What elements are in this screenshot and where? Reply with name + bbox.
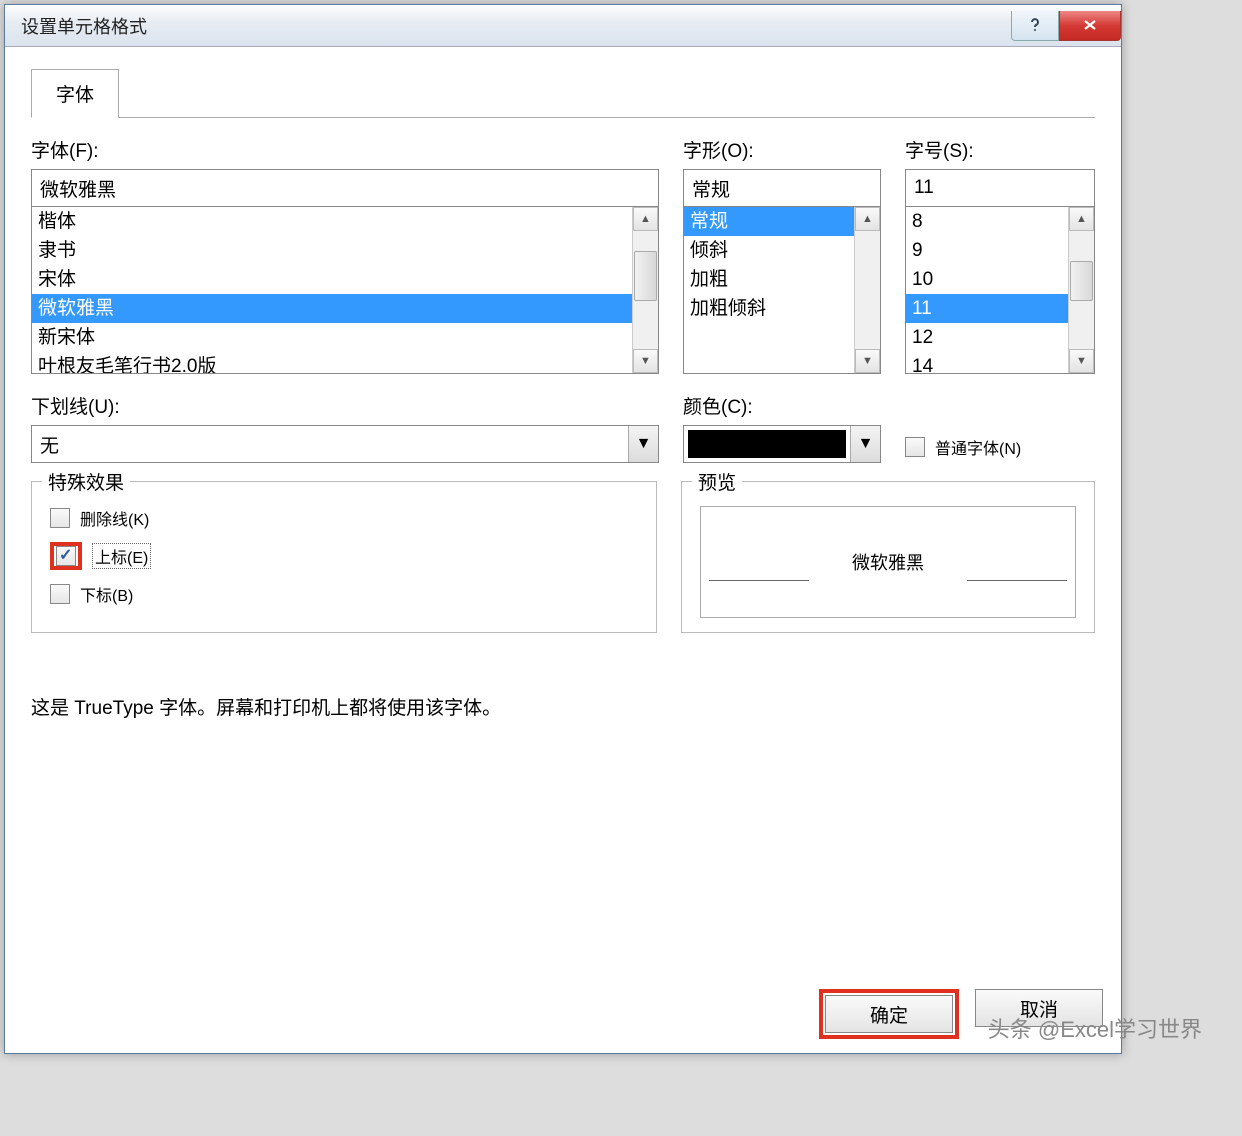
font-label: 字体(F):: [31, 136, 659, 163]
strikethrough-checkbox[interactable]: 删除线(K): [50, 500, 638, 536]
underline-label: 下划线(U):: [31, 392, 659, 419]
titlebar: 设置单元格格式: [5, 5, 1121, 47]
color-dropdown[interactable]: ▼: [683, 425, 881, 463]
subscript-checkbox[interactable]: 下标(B): [50, 576, 638, 612]
scroll-down-icon[interactable]: ▼: [633, 349, 658, 373]
scroll-down-icon[interactable]: ▼: [855, 349, 880, 373]
scrollbar[interactable]: ▲ ▼: [632, 207, 658, 373]
list-item[interactable]: 新宋体: [32, 323, 632, 352]
window-controls: [1011, 11, 1121, 41]
underline-color-row: 下划线(U): 无 ▼ 颜色(C): ▼ 普通字体(N): [31, 392, 1095, 463]
effects-fieldset: 特殊效果 删除线(K) 上标(E) 下标(B): [31, 481, 657, 633]
scrollbar[interactable]: ▲ ▼: [1068, 207, 1094, 373]
list-item[interactable]: 加粗倾斜: [684, 294, 854, 323]
list-item[interactable]: 叶根友毛笔行书2.0版: [32, 352, 632, 374]
size-listbox[interactable]: 8 9 10 11 12 14 ▲ ▼: [905, 206, 1095, 374]
list-item[interactable]: 宋体: [32, 265, 632, 294]
underline-column: 下划线(U): 无 ▼: [31, 392, 659, 463]
close-button[interactable]: [1059, 11, 1121, 41]
list-item[interactable]: 微软雅黑: [32, 294, 632, 323]
list-item[interactable]: 隶书: [32, 236, 632, 265]
list-item[interactable]: 10: [906, 265, 1068, 294]
color-swatch: [688, 430, 846, 458]
effects-legend: 特殊效果: [42, 468, 130, 495]
preview-box: 微软雅黑: [700, 506, 1076, 618]
effects-preview-row: 特殊效果 删除线(K) 上标(E) 下标(B) 预览: [31, 481, 1095, 633]
help-icon: [1027, 17, 1043, 33]
list-item[interactable]: 常规: [684, 207, 854, 236]
dialog-title: 设置单元格格式: [5, 13, 147, 39]
list-item[interactable]: 12: [906, 323, 1068, 352]
format-cells-dialog: 设置单元格格式 字体 字体(F): 楷体 隶书 宋体: [4, 4, 1122, 1054]
underline-dropdown[interactable]: 无 ▼: [31, 425, 659, 463]
normal-font-label: 普通字体(N): [935, 435, 1021, 459]
normal-font-checkbox[interactable]: 普通字体(N): [905, 435, 1021, 459]
close-icon: [1081, 19, 1099, 31]
scrollbar[interactable]: ▲ ▼: [854, 207, 880, 373]
chevron-down-icon[interactable]: ▼: [628, 426, 658, 462]
highlight-annotation: 确定: [819, 989, 959, 1039]
list-item[interactable]: 加粗: [684, 265, 854, 294]
chevron-down-icon[interactable]: ▼: [850, 426, 880, 462]
color-label: 颜色(C):: [683, 392, 881, 419]
list-item[interactable]: 倾斜: [684, 236, 854, 265]
size-column: 字号(S): 8 9 10 11 12 14 ▲ ▼: [905, 136, 1095, 374]
scroll-down-icon[interactable]: ▼: [1069, 349, 1094, 373]
scroll-up-icon[interactable]: ▲: [1069, 207, 1094, 231]
size-input[interactable]: [905, 169, 1095, 207]
preview-legend: 预览: [692, 468, 742, 495]
scroll-up-icon[interactable]: ▲: [855, 207, 880, 231]
font-input[interactable]: [31, 169, 659, 207]
style-input[interactable]: [683, 169, 881, 207]
watermark-text: 头条 @Excel学习世界: [988, 1012, 1202, 1044]
list-item[interactable]: 楷体: [32, 207, 632, 236]
normal-font-column: 普通字体(N): [905, 392, 1095, 463]
checkbox-icon: [905, 437, 925, 457]
checkbox-icon: [50, 508, 70, 528]
superscript-label[interactable]: 上标(E): [92, 543, 151, 569]
preview-sample: 微软雅黑: [852, 549, 924, 575]
superscript-checkbox[interactable]: [56, 546, 76, 566]
preview-fieldset: 预览 微软雅黑: [681, 481, 1095, 633]
font-listbox[interactable]: 楷体 隶书 宋体 微软雅黑 新宋体 叶根友毛笔行书2.0版 ▲ ▼: [31, 206, 659, 374]
style-listbox[interactable]: 常规 倾斜 加粗 加粗倾斜 ▲ ▼: [683, 206, 881, 374]
scroll-thumb[interactable]: [1070, 261, 1093, 301]
preview-baseline: [967, 580, 1067, 581]
list-item[interactable]: 14: [906, 352, 1068, 374]
underline-value: 无: [32, 426, 628, 462]
font-style-size-row: 字体(F): 楷体 隶书 宋体 微软雅黑 新宋体 叶根友毛笔行书2.0版 ▲ ▼: [31, 136, 1095, 374]
style-column: 字形(O): 常规 倾斜 加粗 加粗倾斜 ▲ ▼: [683, 136, 881, 374]
ok-button[interactable]: 确定: [825, 995, 953, 1033]
list-item[interactable]: 11: [906, 294, 1068, 323]
strikethrough-label: 删除线(K): [80, 506, 149, 530]
tab-strip: 字体: [31, 69, 1095, 118]
list-item[interactable]: 9: [906, 236, 1068, 265]
dialog-content: 字体 字体(F): 楷体 隶书 宋体 微软雅黑 新宋体 叶根友毛笔行书2.0版: [5, 47, 1121, 730]
list-item[interactable]: 8: [906, 207, 1068, 236]
truetype-note: 这是 TrueType 字体。屏幕和打印机上都将使用该字体。: [31, 693, 1095, 720]
color-column: 颜色(C): ▼: [683, 392, 881, 463]
scroll-up-icon[interactable]: ▲: [633, 207, 658, 231]
help-button[interactable]: [1011, 11, 1059, 41]
font-column: 字体(F): 楷体 隶书 宋体 微软雅黑 新宋体 叶根友毛笔行书2.0版 ▲ ▼: [31, 136, 659, 374]
size-label: 字号(S):: [905, 136, 1095, 163]
tab-font[interactable]: 字体: [31, 69, 119, 118]
preview-baseline: [709, 580, 809, 581]
style-label: 字形(O):: [683, 136, 881, 163]
highlight-annotation: [50, 542, 82, 570]
superscript-row: 上标(E): [50, 536, 638, 576]
subscript-label: 下标(B): [80, 582, 133, 606]
scroll-thumb[interactable]: [634, 251, 657, 301]
checkbox-icon: [50, 584, 70, 604]
